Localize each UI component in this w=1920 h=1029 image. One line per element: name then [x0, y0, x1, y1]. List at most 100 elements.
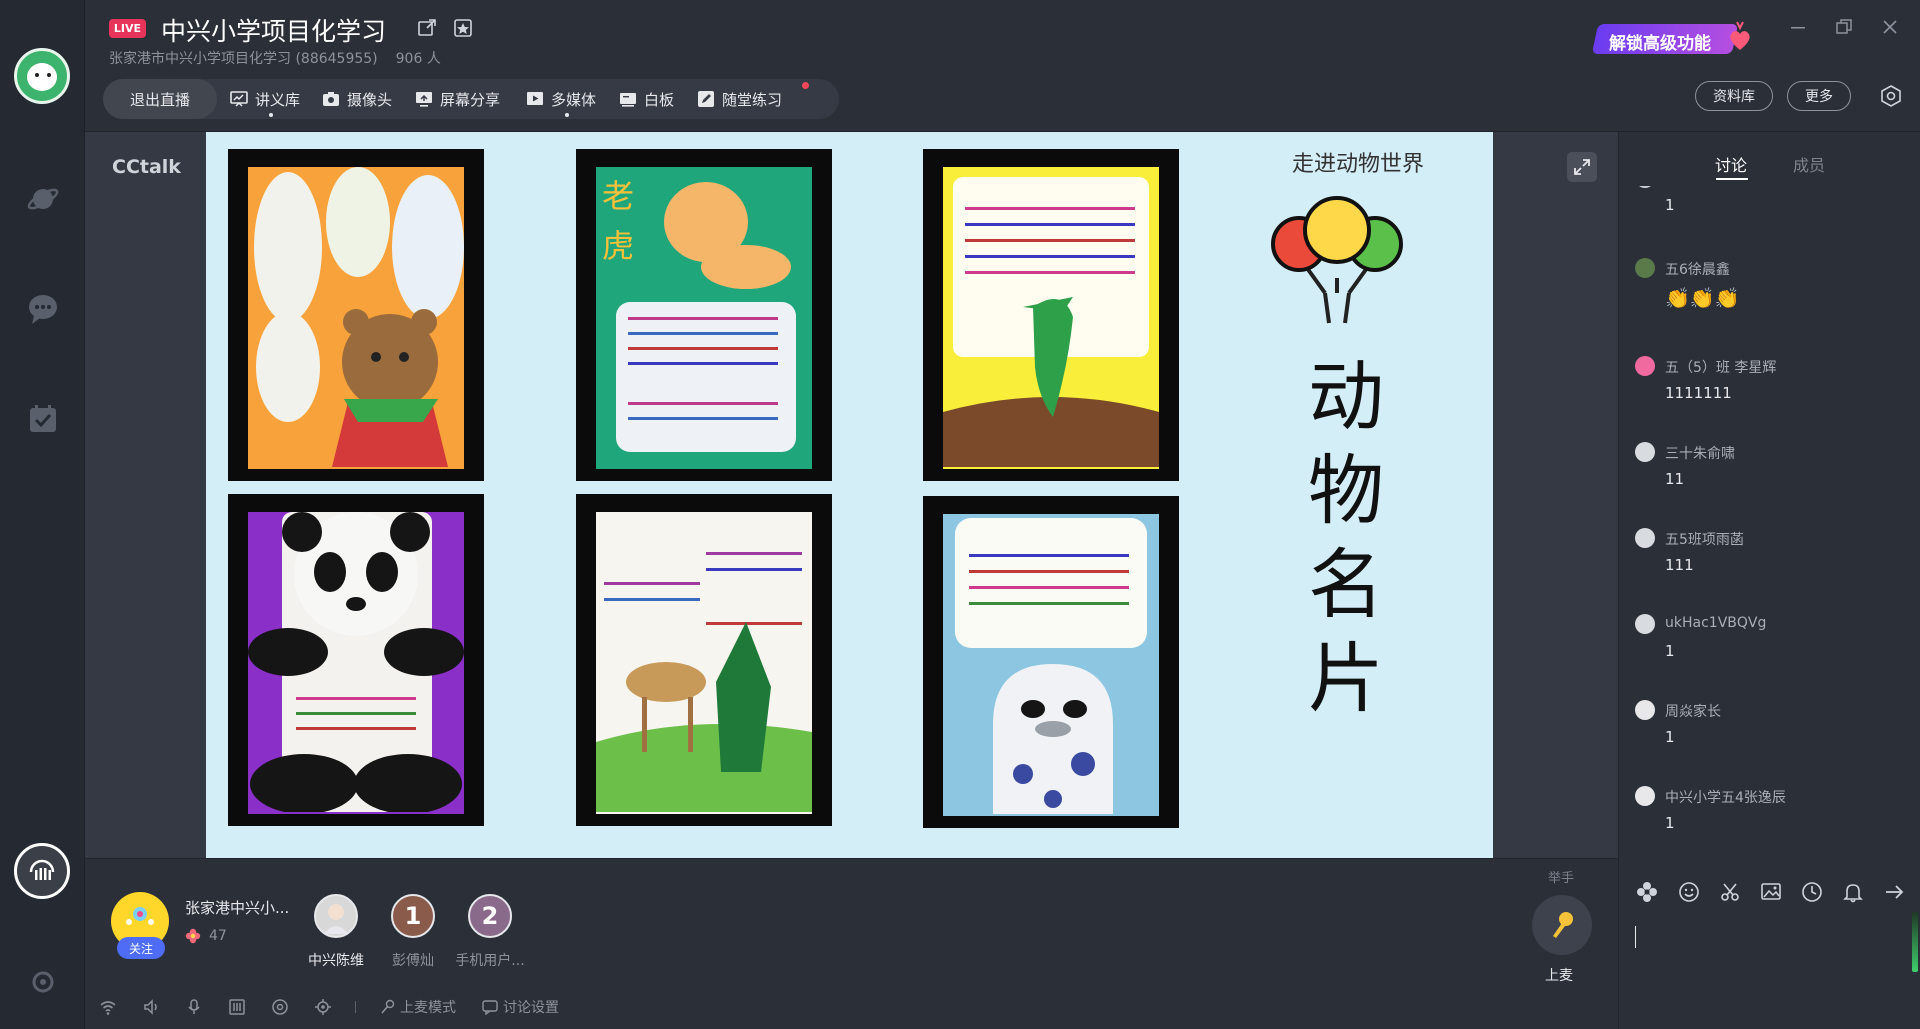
- balloons-icon: [1271, 196, 1403, 324]
- mixer-icon[interactable]: [226, 996, 248, 1018]
- wifi-icon[interactable]: [97, 996, 119, 1018]
- slide-canvas: 老 虎 走进动物世界 动 物 名 片: [206, 132, 1493, 858]
- discussion-icon: [482, 1000, 498, 1015]
- fullscreen-expand-icon[interactable]: [1567, 152, 1597, 182]
- slides-library-button[interactable]: 讲义库: [230, 79, 300, 119]
- bell-icon[interactable]: [1841, 880, 1865, 904]
- viewer-count: 906 人: [395, 51, 441, 67]
- planet-icon[interactable]: [24, 180, 62, 218]
- pen-edit-icon: [698, 91, 714, 107]
- user-avatar[interactable]: [14, 48, 70, 104]
- raise-hand-label: 举手: [1548, 871, 1575, 886]
- poster-tiger: 老 虎: [576, 149, 832, 481]
- left-rail: [0, 0, 85, 1029]
- more-button[interactable]: 更多: [1787, 81, 1851, 111]
- status-toolbar: 上麦模式 讨论设置: [85, 989, 805, 1023]
- chat-message: 五5班项雨菡 111: [1635, 528, 1905, 588]
- room-subtitle: 张家港市中兴小学项目化学习 (88645955) 906 人: [109, 48, 441, 68]
- live-badge: LIVE: [109, 19, 146, 38]
- poster-seal: [923, 496, 1179, 828]
- active-tab-indicator: [1716, 178, 1748, 180]
- chat-message: 三十朱俞啸 11: [1635, 442, 1905, 502]
- follow-button[interactable]: 关注: [117, 937, 165, 959]
- svg-text:老: 老: [602, 177, 634, 215]
- poster-deer: [576, 494, 832, 826]
- chat-message: ukHac1VBQVg 1: [1635, 614, 1905, 674]
- chat-avatar: [1635, 786, 1655, 806]
- chat-scrollbar[interactable]: [1913, 186, 1917, 862]
- slide-heading: 走进动物世界: [1292, 152, 1425, 177]
- multimedia-button[interactable]: 多媒体: [526, 79, 596, 119]
- chat-message-list[interactable]: 1 五6徐晨鑫 👏👏👏 五（5）班 李星辉 1111111 三十朱俞啸 11 五…: [1619, 186, 1920, 862]
- star-bookmark-icon[interactable]: [451, 16, 475, 40]
- unlock-premium-banner[interactable]: 解锁高级功能: [1591, 18, 1755, 58]
- chat-bubble-icon[interactable]: [24, 290, 62, 328]
- hexagon-settings-icon[interactable]: [1878, 83, 1904, 109]
- camera-icon: [323, 92, 339, 106]
- restore-window-icon[interactable]: [1831, 14, 1857, 40]
- screen-share-button[interactable]: 屏幕分享: [415, 79, 500, 119]
- whiteboard-button[interactable]: 白板: [619, 79, 674, 119]
- chat-avatar: [1635, 186, 1655, 188]
- notification-dot: [802, 82, 809, 89]
- header: LIVE 中兴小学项目化学习 张家港市中兴小学项目化学习 (88645955) 9…: [85, 0, 1920, 132]
- member-avatar: [314, 894, 358, 938]
- exit-live-button[interactable]: 退出直播: [103, 79, 217, 119]
- tab-discussion[interactable]: 讨论: [1715, 152, 1747, 176]
- chat-message: 周焱家长 1: [1635, 700, 1905, 760]
- poster-bear: [228, 149, 484, 481]
- mic-mode-button[interactable]: 上麦模式: [379, 997, 456, 1017]
- poster-crocodile: [923, 149, 1179, 481]
- discussion-settings-button[interactable]: 讨论设置: [482, 997, 559, 1017]
- calendar-check-icon[interactable]: [24, 400, 62, 438]
- minimize-icon[interactable]: [1785, 14, 1811, 40]
- clock-icon[interactable]: [1800, 880, 1824, 904]
- chat-avatar: [1635, 356, 1655, 376]
- flower-gift-icon[interactable]: [1635, 880, 1659, 904]
- flower-like-icon: [185, 928, 201, 944]
- close-icon[interactable]: [1877, 14, 1903, 40]
- screen-share-icon: [416, 92, 432, 107]
- join-mic-button[interactable]: [1532, 895, 1592, 955]
- live-stage: CCtalk 老 虎 走进动物世界 动 物 名 片: [85, 132, 1618, 858]
- microphone-icon: [1553, 912, 1573, 938]
- chat-message: 1: [1635, 186, 1905, 228]
- send-arrow-icon[interactable]: [1882, 880, 1906, 904]
- poster-panda: [228, 494, 484, 826]
- camera-button[interactable]: 摄像头: [322, 79, 392, 119]
- bottom-bar: 关注 张家港中兴小... 47 中兴陈维 1 彭傅灿 2 手机用户... 举手 …: [85, 858, 1618, 1029]
- quiz-practice-button[interactable]: 随堂练习: [697, 79, 782, 119]
- settings-gear-icon[interactable]: [24, 963, 62, 1001]
- microphone-status-icon[interactable]: [183, 996, 205, 1018]
- chat-avatar: [1635, 614, 1655, 634]
- member-mobile-user[interactable]: 2 手机用户...: [435, 894, 545, 970]
- radio-station-icon[interactable]: [14, 843, 70, 899]
- chat-input[interactable]: [1633, 918, 1903, 1018]
- record-disc-icon[interactable]: [269, 996, 291, 1018]
- divider: [355, 1001, 356, 1013]
- image-icon[interactable]: [1759, 880, 1783, 904]
- chat-message: 五（5）班 李星辉 1111111: [1635, 356, 1905, 416]
- speaker-icon[interactable]: [140, 996, 162, 1018]
- chat-avatar: [1635, 258, 1655, 278]
- slides-icon: [230, 91, 248, 107]
- rank-badge: 2: [468, 894, 512, 938]
- media-play-icon: [527, 92, 543, 105]
- ribbon-heart-icon: [1730, 21, 1750, 50]
- settings-icon[interactable]: [312, 996, 334, 1018]
- emoji-icon[interactable]: [1677, 880, 1701, 904]
- chat-avatar: [1635, 700, 1655, 720]
- tab-members[interactable]: 成员: [1793, 152, 1825, 176]
- cctalk-logo: CCtalk: [112, 156, 181, 178]
- chat-message: 中兴小学五4张逸辰 1: [1635, 786, 1905, 846]
- mic-mode-icon: [381, 999, 395, 1014]
- slide-title-vertical: 动 物 名 片: [1308, 352, 1384, 723]
- chat-avatar: [1635, 528, 1655, 548]
- join-mic-label: 上麦: [1545, 968, 1573, 984]
- audio-level-meter: [1912, 912, 1918, 972]
- resource-library-button[interactable]: 资料库: [1695, 81, 1773, 111]
- svg-text:虎: 虎: [602, 227, 634, 265]
- host-likes: 47: [185, 928, 227, 944]
- share-external-icon[interactable]: [415, 16, 439, 40]
- scissors-icon[interactable]: [1718, 880, 1742, 904]
